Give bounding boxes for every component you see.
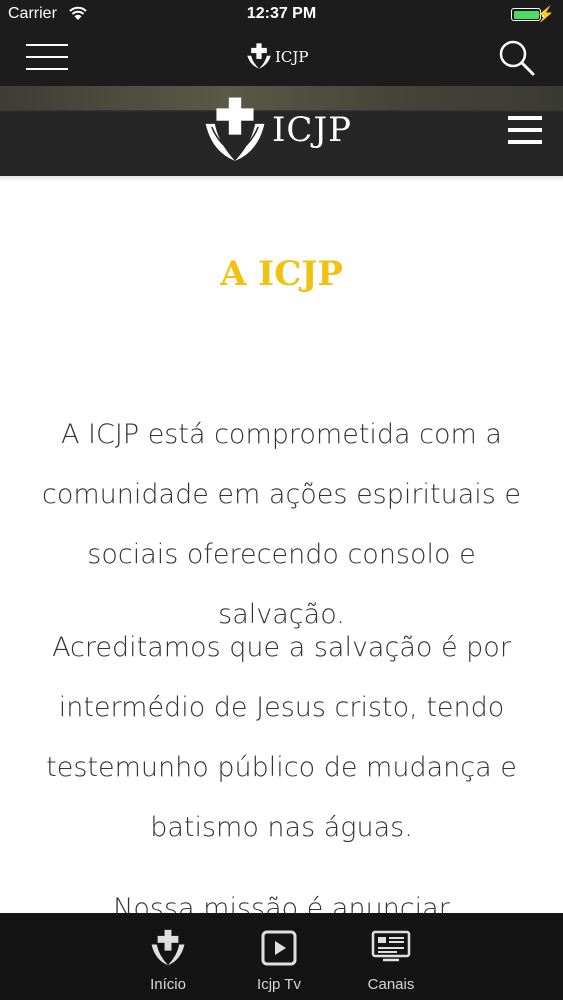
tab-canais-label: Canais [367, 976, 415, 993]
tab-canais[interactable]: Canais [346, 913, 436, 1000]
tab-icjp-tv[interactable]: Icjp Tv [234, 913, 324, 1000]
paragraph-commitment: A ICJP está comprometida com a comunidad… [42, 419, 521, 630]
cross-wings-icon [151, 929, 185, 966]
nav-logo-text: ICJP [275, 48, 309, 66]
site-logo[interactable]: ICJP [204, 96, 352, 164]
app-nav-bar: ICJP [0, 30, 563, 86]
page-title: A ICJP [220, 254, 343, 294]
tab-inicio[interactable]: Início [123, 913, 213, 1000]
tab-inicio-label: Início [150, 976, 186, 993]
site-menu-button[interactable] [508, 116, 542, 146]
menu-button[interactable] [26, 44, 68, 72]
tab-bar: Início Icjp Tv Canais [0, 913, 563, 1000]
cross-wings-icon [205, 97, 265, 161]
charging-icon: ⚡ [536, 6, 555, 23]
status-bar: Carrier 12:37 PM ⚡ [0, 0, 563, 30]
paragraph-mission: Nossa missão é anunciar [113, 893, 450, 914]
site-header: ICJP [0, 86, 563, 176]
cross-wings-icon [247, 43, 271, 69]
main-content: A ICJP A ICJP está comprometida com a co… [0, 176, 563, 914]
paragraph-belief: Acreditamos que a salvação é por intermé… [46, 632, 517, 843]
tab-icjp-tv-label: Icjp Tv [257, 976, 301, 993]
search-icon[interactable] [497, 38, 537, 78]
nav-logo: ICJP [246, 42, 309, 72]
site-logo-text: ICJP [272, 110, 352, 150]
status-time: 12:37 PM [246, 5, 317, 22]
channels-icon [371, 930, 411, 962]
tv-play-icon [261, 930, 297, 966]
